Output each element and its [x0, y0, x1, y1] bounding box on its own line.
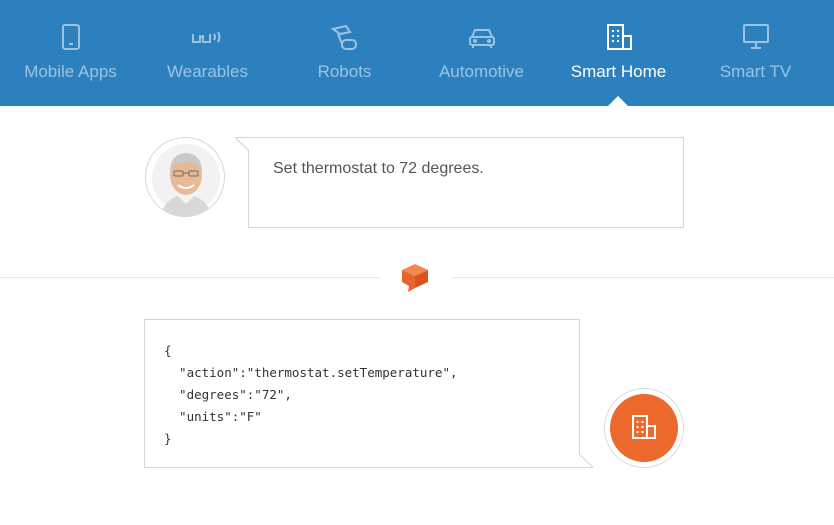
- building-icon: [632, 415, 656, 439]
- device-avatar-fill: [610, 394, 678, 462]
- tab-label: Robots: [317, 62, 372, 81]
- divider-right: [452, 277, 834, 278]
- tab-robots[interactable]: Robots: [276, 0, 413, 106]
- cube-speech-logo-icon: [400, 262, 430, 294]
- mobile-phone-icon: [54, 20, 88, 54]
- code-line: }: [164, 431, 172, 446]
- active-tab-indicator: [608, 96, 628, 106]
- tab-label: Wearables: [167, 62, 248, 81]
- glasses-icon: [191, 20, 225, 54]
- nav-bar: Mobile Apps Wearables Robots Automotive …: [0, 0, 834, 106]
- tab-label: Smart TV: [719, 62, 792, 81]
- tab-label: Smart Home: [570, 62, 667, 81]
- response-bubble: { "action":"thermostat.setTemperature", …: [144, 319, 593, 468]
- robot-arm-icon: [328, 20, 362, 54]
- code-line: "degrees":"72",: [164, 387, 292, 402]
- tab-smart-home[interactable]: Smart Home: [550, 0, 687, 106]
- code-line: {: [164, 343, 172, 358]
- bubble-tail: [235, 137, 249, 151]
- building-icon: [602, 20, 636, 54]
- user-avatar: [145, 137, 225, 217]
- user-message-text: Set thermostat to 72 degrees.: [273, 160, 484, 177]
- response-json: { "action":"thermostat.setTemperature", …: [164, 340, 458, 450]
- tab-label: Automotive: [438, 62, 525, 81]
- code-line: "action":"thermostat.setTemperature",: [164, 365, 458, 380]
- car-icon: [465, 20, 499, 54]
- tab-label: Mobile Apps: [24, 62, 117, 81]
- divider-left: [0, 277, 380, 278]
- tab-mobile-apps[interactable]: Mobile Apps: [2, 0, 139, 106]
- monitor-icon: [739, 20, 773, 54]
- bubble-tail: [579, 454, 593, 468]
- code-line: "units":"F": [164, 409, 262, 424]
- tab-smart-tv[interactable]: Smart TV: [687, 0, 824, 106]
- device-avatar: [604, 388, 684, 468]
- tab-automotive[interactable]: Automotive: [413, 0, 550, 106]
- user-message-bubble: Set thermostat to 72 degrees.: [235, 137, 684, 228]
- tab-wearables[interactable]: Wearables: [139, 0, 276, 106]
